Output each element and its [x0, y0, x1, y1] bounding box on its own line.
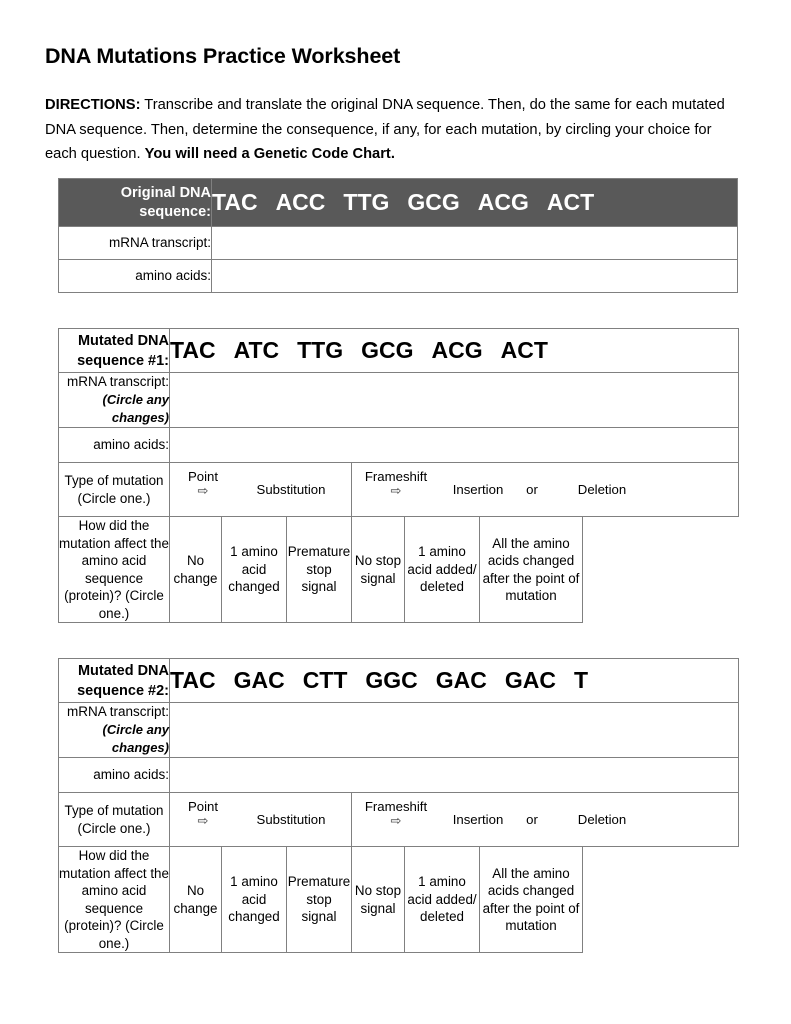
deletion-option[interactable]: Deletion: [552, 812, 652, 827]
mrna-transcript-answer-field[interactable]: [168, 372, 740, 428]
original-dna-sequence: TAC ACC TTG GCG ACG ACT: [211, 178, 738, 227]
table-row: Type of mutation (Circle one.) Point ⇨ S…: [58, 792, 740, 847]
worksheet-page: DNA Mutations Practice Worksheet DIRECTI…: [0, 0, 791, 1024]
mutated-dna-2-sequence: TAC GAC CTT GGC GAC GAC T: [168, 658, 740, 703]
option-premature-stop-signal[interactable]: Premature stop signal: [286, 516, 352, 623]
option-all-amino-acids-changed[interactable]: All the amino acids changed after the po…: [479, 846, 583, 953]
option-all-amino-acids-changed[interactable]: All the amino acids changed after the po…: [479, 516, 583, 623]
arrow-right-icon: ⇨: [390, 483, 402, 498]
frameshift-option-group[interactable]: Frameshift ⇨ Insertion or Deletion: [350, 792, 740, 847]
directions-paragraph: DIRECTIONS: Transcribe and translate the…: [45, 93, 742, 167]
mrna-transcript-label-cell: mRNA transcript: (Circle any changes): [58, 372, 170, 428]
codon: T: [574, 667, 589, 693]
table-row: How did the mutation affect the amino ac…: [58, 516, 739, 623]
codon: TTG: [297, 337, 344, 363]
codon: ACC: [275, 189, 326, 215]
table-row: Mutated DNA sequence #2: TAC GAC CTT GGC GAC…: [58, 658, 740, 703]
mutated-dna-1-table: Mutated DNA sequence #1: TAC ATC TTG GCG ACG…: [58, 328, 740, 623]
mrna-transcript-label-cell: mRNA transcript: (Circle any changes): [58, 702, 170, 758]
directions-label: DIRECTIONS:: [45, 97, 141, 113]
codon: ACG: [477, 189, 529, 215]
option-premature-stop-signal[interactable]: Premature stop signal: [286, 846, 352, 953]
mrna-transcript-answer-field[interactable]: [211, 226, 738, 260]
amino-acids-label: amino acids:: [58, 259, 212, 293]
original-dna-table: Original DNA sequence: TAC ACC TTG GCG ACG AC…: [58, 178, 738, 293]
codon: GAC: [435, 667, 487, 693]
amino-acids-label: amino acids:: [58, 427, 170, 463]
table-row: amino acids:: [58, 427, 740, 463]
codon: ACT: [500, 337, 548, 363]
deletion-option[interactable]: Deletion: [552, 482, 652, 497]
arrow-right-icon: ⇨: [390, 813, 402, 828]
table-row: amino acids:: [58, 259, 738, 293]
codon: TAC: [170, 667, 216, 693]
mrna-transcript-label: mRNA transcript:: [58, 226, 212, 260]
codon: ACT: [546, 189, 595, 215]
insertion-option[interactable]: Insertion: [442, 812, 514, 827]
codon: GCG: [407, 189, 460, 215]
amino-acids-answer-field[interactable]: [211, 259, 738, 293]
mutated-dna-2-table: Mutated DNA sequence #2: TAC GAC CTT GGC GAC…: [58, 658, 740, 953]
table-row: Original DNA sequence: TAC ACC TTG GCG ACG AC…: [58, 178, 738, 227]
codon: GAC: [233, 667, 285, 693]
mutated-dna-1-sequence: TAC ATC TTG GCG ACG ACT: [168, 328, 740, 373]
codon: TTG: [343, 189, 390, 215]
option-one-amino-acid-changed[interactable]: 1 amino acid changed: [221, 846, 287, 953]
option-one-amino-acid-changed[interactable]: 1 amino acid changed: [221, 516, 287, 623]
codon: GCG: [361, 337, 414, 363]
point-label[interactable]: Point: [188, 799, 218, 814]
frameshift-label[interactable]: Frameshift: [365, 469, 427, 484]
option-no-change[interactable]: No change: [169, 846, 222, 953]
insertion-option[interactable]: Insertion: [442, 482, 514, 497]
or-separator: or: [526, 482, 538, 497]
table-row: mRNA transcript:: [58, 226, 738, 260]
frameshift-option-group[interactable]: Frameshift ⇨ Insertion or Deletion: [350, 462, 740, 517]
arrow-right-icon: ⇨: [197, 483, 209, 498]
substitution-option[interactable]: Substitution: [236, 812, 346, 827]
option-no-stop-signal[interactable]: No stop signal: [351, 516, 405, 623]
table-row: mRNA transcript: (Circle any changes): [58, 372, 740, 428]
substitution-option[interactable]: Substitution: [236, 482, 346, 497]
how-did-mutation-affect-label: How did the mutation affect the amino ac…: [58, 516, 170, 623]
amino-acids-answer-field[interactable]: [168, 757, 740, 793]
table-row: How did the mutation affect the amino ac…: [58, 846, 739, 953]
codon: GAC: [504, 667, 557, 693]
circle-any-changes-note: (Circle any changes): [102, 392, 169, 425]
mrna-transcript-answer-field[interactable]: [168, 702, 740, 758]
table-row: Mutated DNA sequence #1: TAC ATC TTG GCG ACG…: [58, 328, 740, 373]
point-substitution-option-group[interactable]: Point ⇨ Substitution: [169, 462, 352, 517]
table-row: Type of mutation (Circle one.) Point ⇨ S…: [58, 462, 740, 517]
codon: CTT: [302, 667, 348, 693]
codon: TAC: [170, 337, 216, 363]
table-row: amino acids:: [58, 757, 740, 793]
circle-any-changes-note: (Circle any changes): [102, 722, 169, 755]
codon: ACG: [431, 337, 483, 363]
page-title: DNA Mutations Practice Worksheet: [45, 44, 401, 68]
directions-bold-tail: You will need a Genetic Code Chart.: [144, 146, 395, 162]
codon: TAC: [212, 189, 258, 215]
frameshift-label[interactable]: Frameshift: [365, 799, 427, 814]
option-no-change[interactable]: No change: [169, 516, 222, 623]
or-separator: or: [526, 812, 538, 827]
point-substitution-option-group[interactable]: Point ⇨ Substitution: [169, 792, 352, 847]
mutated-dna-2-label: Mutated DNA sequence #2:: [58, 658, 170, 703]
option-no-stop-signal[interactable]: No stop signal: [351, 846, 405, 953]
mrna-transcript-label: mRNA transcript:: [66, 374, 169, 389]
codon: GGC: [365, 667, 418, 693]
arrow-right-icon: ⇨: [197, 813, 209, 828]
mrna-transcript-label: mRNA transcript:: [66, 704, 169, 719]
original-dna-label: Original DNA sequence:: [58, 178, 212, 227]
option-one-amino-acid-added-deleted[interactable]: 1 amino acid added/ deleted: [404, 846, 480, 953]
table-row: mRNA transcript: (Circle any changes): [58, 702, 740, 758]
point-label[interactable]: Point: [188, 469, 218, 484]
how-did-mutation-affect-label: How did the mutation affect the amino ac…: [58, 846, 170, 953]
type-of-mutation-label: Type of mutation (Circle one.): [58, 462, 170, 517]
amino-acids-answer-field[interactable]: [168, 427, 740, 463]
mutated-dna-1-label: Mutated DNA sequence #1:: [58, 328, 170, 373]
amino-acids-label: amino acids:: [58, 757, 170, 793]
codon: ATC: [233, 337, 280, 363]
option-one-amino-acid-added-deleted[interactable]: 1 amino acid added/ deleted: [404, 516, 480, 623]
type-of-mutation-label: Type of mutation (Circle one.): [58, 792, 170, 847]
